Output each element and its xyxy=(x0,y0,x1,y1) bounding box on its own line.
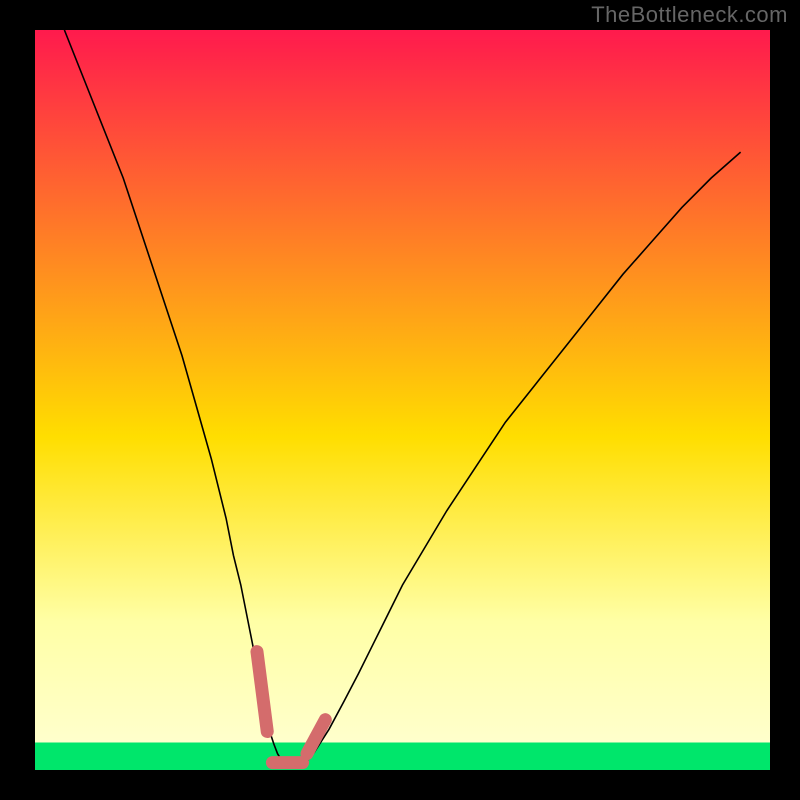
bottleneck-chart xyxy=(0,0,800,800)
watermark-text: TheBottleneck.com xyxy=(591,2,788,28)
chart-frame: TheBottleneck.com xyxy=(0,0,800,800)
plot-background xyxy=(35,30,770,770)
